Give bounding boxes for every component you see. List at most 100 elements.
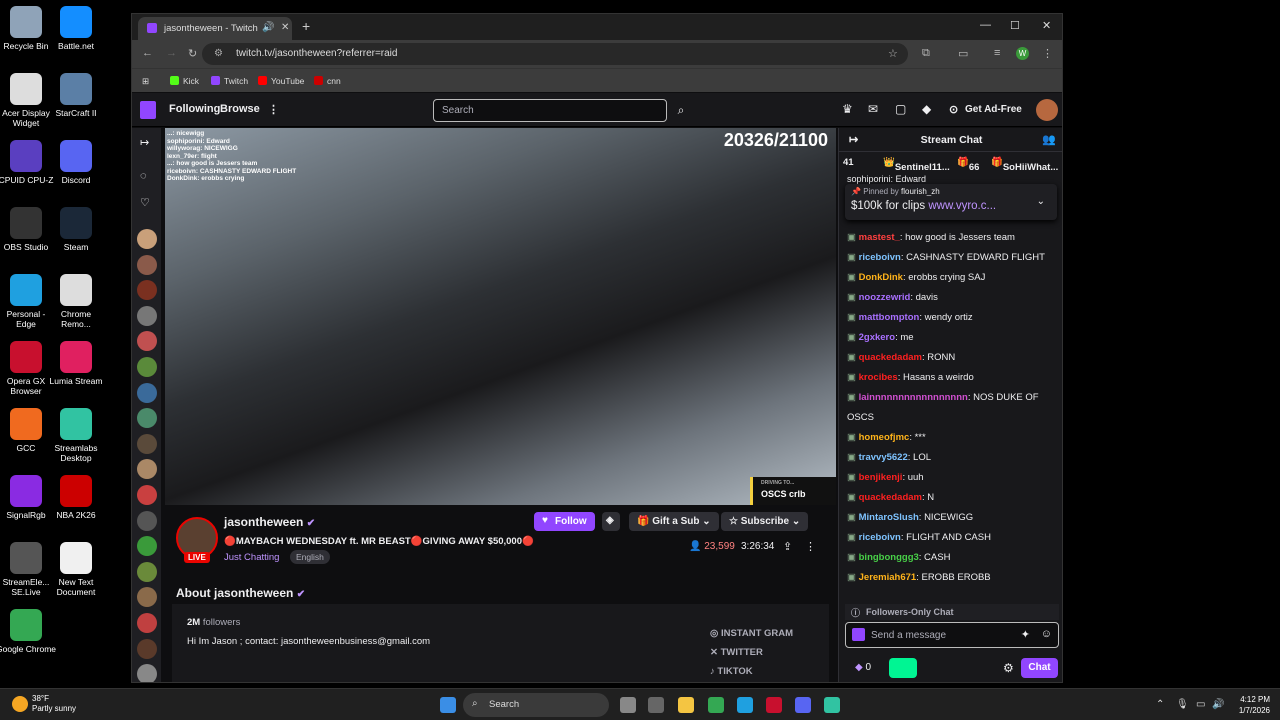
chat-username[interactable]: quackedadam — [859, 352, 922, 363]
followed-channel-avatar[interactable] — [137, 254, 157, 275]
recommended-icon[interactable]: ◌ — [140, 170, 147, 182]
forward-icon[interactable]: → — [166, 47, 177, 59]
chat-username[interactable]: MintaroSlush — [859, 512, 919, 523]
chat-username[interactable]: noozzewrid — [859, 292, 911, 303]
followed-channel-avatar[interactable] — [137, 485, 157, 505]
profile-avatar[interactable]: W — [1016, 47, 1029, 60]
community-icon[interactable]: 👥 — [1042, 133, 1056, 146]
follow-button[interactable]: ♥ Follow — [534, 512, 595, 531]
followed-channel-avatar[interactable] — [137, 638, 157, 659]
desktop-icon[interactable]: Chrome Remo... — [46, 274, 106, 329]
followed-channel-avatar[interactable] — [137, 305, 157, 326]
taskbar-search[interactable]: ⌕ Search — [463, 693, 609, 717]
sidebar-icon[interactable]: ▭ — [958, 47, 968, 60]
followed-channel-avatar[interactable] — [137, 331, 157, 352]
url-field[interactable]: ⚙ twitch.tv/jasontheween?referrer=raid — [202, 43, 908, 65]
reload-icon[interactable]: ↻ — [188, 47, 197, 60]
start-icon[interactable] — [440, 697, 456, 713]
chat-username[interactable]: mastest_ — [859, 232, 900, 243]
chat-username[interactable]: DonkDink — [859, 272, 903, 283]
desktop-icon[interactable]: Battle.net — [46, 6, 106, 51]
channel-points[interactable]: ◆ 0 — [855, 662, 871, 673]
back-icon[interactable]: ← — [142, 47, 153, 59]
badge-icon[interactable] — [852, 628, 865, 641]
desktop-icon[interactable]: Lumia Stream — [46, 341, 106, 386]
followed-channel-avatar[interactable] — [137, 280, 157, 301]
chat-username[interactable]: krocibes — [859, 372, 898, 383]
bits-button[interactable]: ◈ — [602, 512, 620, 531]
chat-settings-icon[interactable]: ⚙ — [1003, 661, 1014, 675]
new-tab-button[interactable]: + — [302, 18, 310, 34]
chat-username[interactable]: benjikenji — [859, 472, 903, 483]
chat-username[interactable]: riceboivn — [859, 252, 901, 263]
pinned-link[interactable]: www.vyro.c... — [928, 200, 996, 212]
apps-grid-icon[interactable]: ⊞ — [142, 76, 149, 87]
tray-chevron-icon[interactable]: ⌃ — [1156, 699, 1164, 710]
user-avatar[interactable] — [1036, 99, 1058, 121]
followed-channel-avatar[interactable] — [137, 382, 157, 403]
twitter-link[interactable]: ✕ TWITTER — [710, 647, 763, 658]
discord-icon[interactable] — [795, 697, 811, 713]
desktop-icon[interactable]: Google Chrome — [0, 609, 56, 654]
desktop-icon[interactable]: New Text Document — [46, 542, 106, 597]
more-options-icon[interactable]: ⋮ — [805, 540, 816, 553]
bookmark-item[interactable]: cnn — [314, 76, 341, 86]
app-icon[interactable] — [648, 697, 664, 713]
edge-icon[interactable] — [737, 697, 753, 713]
followed-channel-avatar[interactable] — [137, 536, 157, 557]
media-icon[interactable]: ≡ — [994, 47, 1000, 59]
mic-icon[interactable]: 🎙 — [1176, 699, 1189, 710]
inbox-icon[interactable]: ✉ — [868, 102, 878, 116]
subscribe-button[interactable]: ☆ Subscribe ⌄ — [721, 512, 809, 531]
whispers-icon[interactable]: ▢ — [895, 102, 906, 116]
volume-icon[interactable]: 🔊 — [1212, 699, 1224, 710]
collapse-chat-icon[interactable]: ↦ — [849, 133, 858, 146]
close-window-button[interactable]: ✕ — [1042, 19, 1051, 32]
category-link[interactable]: Just Chatting — [224, 552, 279, 563]
chat-username[interactable]: quackedadam — [859, 492, 922, 503]
instagram-link[interactable]: ◎ INSTANT GRAM — [710, 628, 793, 639]
video-player[interactable]: ...: nicewigg sophiporini: Edward willywor… — [165, 128, 836, 505]
followed-channel-avatar[interactable] — [137, 587, 157, 608]
tab-twitch[interactable]: jasontheween - Twitch 🔊 ✕ — [138, 17, 292, 40]
task-view-icon[interactable] — [620, 697, 636, 713]
followed-channel-avatar[interactable] — [137, 561, 157, 582]
chat-username[interactable]: bingbonggg3 — [859, 552, 919, 563]
extensions-icon[interactable]: ⧉ — [922, 47, 930, 60]
chat-username[interactable]: homeofjmc — [859, 432, 910, 443]
followed-channel-avatar[interactable] — [137, 408, 157, 429]
bits-icon[interactable]: ◆ — [922, 102, 931, 116]
weather-widget[interactable]: 38°F Partly sunny — [10, 694, 76, 714]
share-icon[interactable]: ⇪ — [783, 540, 792, 553]
claim-points-button[interactable] — [889, 658, 917, 678]
more-menu-icon[interactable]: ⋮ — [268, 103, 279, 116]
following-link[interactable]: Following — [169, 103, 220, 115]
bookmark-item[interactable]: Kick — [170, 76, 199, 86]
opera-gx-icon[interactable] — [766, 697, 782, 713]
followed-channel-avatar[interactable] — [137, 459, 157, 480]
tiktok-link[interactable]: ♪ TIKTOK — [710, 666, 753, 677]
followed-channel-avatar[interactable] — [137, 357, 157, 377]
bookmark-item[interactable]: YouTube — [258, 76, 304, 86]
desktop-icon[interactable]: NBA 2K26 — [46, 475, 106, 520]
clock[interactable]: 4:12 PM 1/7/2026 — [1230, 694, 1270, 716]
expand-sidebar-icon[interactable]: ↦ — [140, 136, 149, 149]
speaker-icon[interactable]: 🔊 — [262, 22, 274, 33]
pinned-message[interactable]: 📌 Pinned by flourish_zh $100k for clips … — [845, 184, 1057, 220]
streamer-name[interactable]: jasontheween ✔ — [224, 515, 315, 529]
chat-username[interactable]: travvy5622 — [859, 452, 908, 463]
bookmark-item[interactable]: Twitch — [211, 76, 248, 86]
twitch-logo-icon[interactable] — [140, 101, 156, 119]
bookmark-star-icon[interactable]: ☆ — [888, 47, 898, 60]
crown-icon[interactable]: ♛ — [842, 102, 853, 116]
get-ad-free-button[interactable]: ⊙ Get Ad-Free — [947, 100, 1031, 120]
chat-input[interactable]: Send a message ✦ ☺ — [845, 622, 1059, 648]
chevron-down-icon[interactable]: ⌄ — [1037, 196, 1045, 207]
language-tag[interactable]: English — [290, 550, 330, 564]
chat-username[interactable]: 2gxkero — [859, 332, 895, 343]
minimize-button[interactable]: — — [980, 19, 991, 31]
site-info-icon[interactable]: ⚙ — [214, 48, 223, 59]
maximize-button[interactable]: ☐ — [1010, 19, 1020, 32]
streamlabs-icon[interactable] — [824, 697, 840, 713]
followed-channel-avatar[interactable] — [137, 433, 157, 454]
